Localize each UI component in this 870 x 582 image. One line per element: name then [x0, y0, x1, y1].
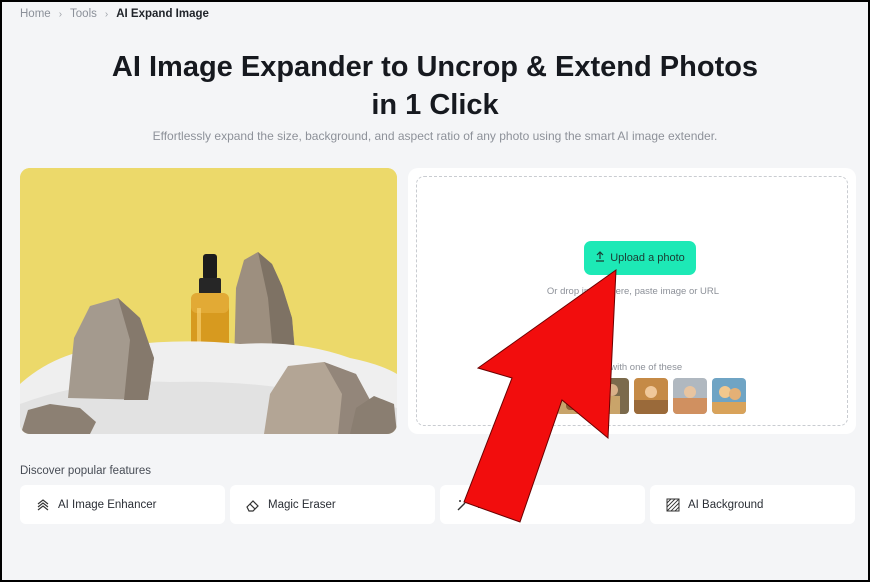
feature-magic-eraser[interactable]: Magic Eraser: [230, 485, 435, 524]
sample-photo-1[interactable]: [517, 378, 551, 414]
sample-photo-4[interactable]: [634, 378, 668, 414]
features-label: Discover popular features: [20, 465, 152, 477]
page-subtitle: Effortlessly expand the size, background…: [152, 129, 718, 143]
feature-label: AI Background: [688, 498, 764, 511]
enhancer-icon: [36, 498, 50, 512]
sample-photo-3[interactable]: [595, 378, 629, 414]
magic-wand-icon: [456, 498, 470, 512]
page-title-line-1: AI Image Expander to Uncrop & Extend Pho…: [111, 51, 759, 83]
features-list: AI Image Enhancer Magic Eraser AI Filter…: [20, 485, 855, 524]
page-title-line-2: in 1 Click: [371, 89, 499, 121]
feature-label: Magic Eraser: [268, 498, 336, 511]
breadcrumb-tools-link[interactable]: Tools: [70, 8, 97, 20]
breadcrumb: Home › Tools › AI Expand Image: [20, 8, 209, 20]
upload-photo-button[interactable]: Upload a photo: [584, 241, 696, 275]
upload-card[interactable]: Upload a photo Or drop image here, paste…: [408, 168, 856, 434]
feature-ai-filter[interactable]: AI Filter: [440, 485, 645, 524]
upload-dropzone[interactable]: Upload a photo Or drop image here, paste…: [416, 176, 848, 426]
page-title: AI Image Expander to Uncrop & Extend Pho…: [2, 48, 868, 124]
demo-product-image: [20, 168, 397, 434]
samples-label: Or try with one of these: [583, 362, 683, 373]
chevron-right-icon: ›: [58, 8, 63, 20]
upload-icon: [595, 251, 605, 265]
sample-photo-5[interactable]: [673, 378, 707, 414]
breadcrumb-home-link[interactable]: Home: [20, 8, 51, 20]
sample-photo-2[interactable]: [556, 378, 590, 414]
background-pattern-icon: [666, 498, 680, 512]
feature-label: AI Image Enhancer: [58, 498, 157, 511]
sample-photo-6[interactable]: [712, 378, 746, 414]
feature-ai-background[interactable]: AI Background: [650, 485, 855, 524]
drop-hint-text: Or drop image here, paste image or URL: [546, 286, 720, 297]
breadcrumb-current: AI Expand Image: [116, 8, 209, 20]
sample-photos: [517, 378, 746, 414]
feature-label: AI Filter: [478, 498, 518, 511]
chevron-right-icon: ›: [104, 8, 109, 20]
page-frame: Home › Tools › AI Expand Image AI Image …: [2, 2, 868, 580]
feature-ai-image-enhancer[interactable]: AI Image Enhancer: [20, 485, 225, 524]
upload-photo-button-label: Upload a photo: [610, 252, 685, 264]
eraser-icon: [246, 498, 260, 512]
